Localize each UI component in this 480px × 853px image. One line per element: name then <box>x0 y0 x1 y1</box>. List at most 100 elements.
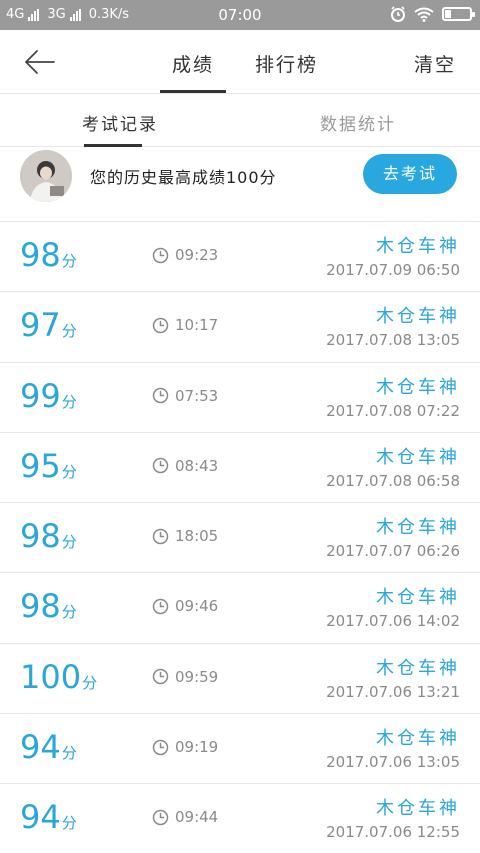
record-row[interactable]: 98分 09:23 木仓车神 2017.07.09 06:50 <box>0 222 480 293</box>
score-value: 97 <box>20 306 61 345</box>
record-date: 2017.07.06 12:55 <box>326 823 460 842</box>
record-user-name: 木仓车神 <box>376 657 460 679</box>
clock-icon <box>152 387 169 404</box>
nav-bar: 成绩 排行榜 清空 <box>0 30 480 94</box>
record-duration: 09:46 <box>152 597 218 615</box>
record-score: 99分 <box>20 377 77 415</box>
subtab-data-stats[interactable]: 数据统计 <box>320 110 396 135</box>
take-exam-button[interactable]: 去考试 <box>363 154 457 194</box>
arrow-left-icon <box>25 50 55 74</box>
clock-icon <box>152 528 169 544</box>
status-right <box>390 6 475 22</box>
score-value: 98 <box>20 236 61 274</box>
avatar <box>20 150 72 202</box>
record-row[interactable]: 95分 08:43 木仓车神 2017.07.08 06:58 <box>0 433 480 504</box>
record-meta: 木仓车神 2017.07.06 13:05 <box>326 724 460 771</box>
alarm-icon <box>391 6 405 22</box>
record-user-name: 木仓车神 <box>376 376 460 398</box>
record-duration: 18:05 <box>152 527 218 545</box>
score-value: 95 <box>20 446 61 485</box>
record-row[interactable]: 94分 09:19 木仓车神 2017.07.06 13:05 <box>0 714 480 785</box>
wifi-icon <box>414 7 434 22</box>
record-date: 2017.07.06 14:02 <box>326 612 460 631</box>
score-value: 100 <box>20 657 82 696</box>
score-unit: 分 <box>61 744 77 763</box>
score-unit: 分 <box>61 392 77 411</box>
record-row[interactable]: 100分 09:59 木仓车神 2017.07.06 13:21 <box>0 644 480 715</box>
score-unit: 分 <box>61 814 77 833</box>
record-meta: 木仓车神 2017.07.08 06:58 <box>326 443 460 490</box>
record-meta: 木仓车神 2017.07.06 12:55 <box>326 794 460 841</box>
best-score-summary: 您的历史最高成绩100分 去考试 <box>0 148 480 222</box>
duration-value: 09:59 <box>175 667 219 686</box>
duration-value: 09:19 <box>175 738 219 757</box>
record-score: 98分 <box>20 587 77 625</box>
battery-icon <box>442 7 475 21</box>
record-meta: 木仓车神 2017.07.06 13:21 <box>326 654 460 701</box>
score-unit: 分 <box>61 322 77 341</box>
record-user-name: 木仓车神 <box>376 728 460 750</box>
record-meta: 木仓车神 2017.07.08 13:05 <box>326 302 460 349</box>
score-unit: 分 <box>82 673 98 692</box>
score-value: 99 <box>20 376 61 415</box>
best-score-text: 您的历史最高成绩100分 <box>90 168 277 187</box>
record-score: 97分 <box>20 306 77 344</box>
tab-score[interactable]: 成绩 <box>172 50 214 77</box>
tab-ranking[interactable]: 排行榜 <box>255 50 318 77</box>
record-date: 2017.07.09 06:50 <box>326 261 460 279</box>
record-row[interactable]: 98分 18:05 木仓车神 2017.07.07 06:26 <box>0 503 480 574</box>
clear-button[interactable]: 清空 <box>414 50 456 77</box>
record-date: 2017.07.06 13:21 <box>326 682 460 701</box>
record-user-name: 木仓车神 <box>376 587 460 609</box>
back-button[interactable] <box>22 46 62 78</box>
score-value: 98 <box>20 587 61 626</box>
record-duration: 09:19 <box>152 738 218 756</box>
clock-icon <box>152 317 169 334</box>
subtab-exam-records[interactable]: 考试记录 <box>82 110 158 135</box>
active-tab-indicator <box>160 90 226 93</box>
duration-value: 09:46 <box>175 597 219 616</box>
score-value: 98 <box>20 517 61 556</box>
duration-value: 09:44 <box>175 808 219 827</box>
record-meta: 木仓车神 2017.07.09 06:50 <box>326 232 460 279</box>
record-date: 2017.07.08 07:22 <box>326 401 460 420</box>
record-user-name: 木仓车神 <box>376 798 460 820</box>
record-row[interactable]: 99分 07:53 木仓车神 2017.07.08 07:22 <box>0 363 480 433</box>
sub-tabs: 考试记录 数据统计 <box>0 95 480 147</box>
record-date: 2017.07.07 06:26 <box>326 542 460 561</box>
clock-icon <box>152 458 169 474</box>
record-score: 95分 <box>20 447 77 485</box>
record-duration: 09:23 <box>152 246 218 264</box>
score-unit: 分 <box>61 252 77 270</box>
record-row[interactable]: 98分 09:46 木仓车神 2017.07.06 14:02 <box>0 573 480 644</box>
duration-value: 18:05 <box>175 527 219 546</box>
record-user-name: 木仓车神 <box>376 446 460 468</box>
record-user-name: 木仓车神 <box>376 306 460 328</box>
score-value: 94 <box>20 798 61 837</box>
record-user-name: 木仓车神 <box>376 236 460 257</box>
record-duration: 07:53 <box>152 387 218 405</box>
clock-icon <box>152 739 169 755</box>
duration-value: 07:53 <box>175 386 219 405</box>
record-duration: 09:44 <box>152 808 218 826</box>
record-meta: 木仓车神 2017.07.08 07:22 <box>326 373 460 420</box>
exam-record-list: 98分 09:23 木仓车神 2017.07.09 06:50 97分 10:1… <box>0 222 480 853</box>
record-score: 94分 <box>20 728 77 766</box>
record-row[interactable]: 94分 09:44 木仓车神 2017.07.06 12:55 <box>0 784 480 853</box>
duration-value: 09:23 <box>175 246 219 264</box>
score-unit: 分 <box>61 462 77 481</box>
duration-value: 08:43 <box>175 456 219 475</box>
record-score: 98分 <box>20 517 77 555</box>
record-row[interactable]: 97分 10:17 木仓车神 2017.07.08 13:05 <box>0 292 480 363</box>
record-user-name: 木仓车神 <box>376 517 460 539</box>
record-meta: 木仓车神 2017.07.06 14:02 <box>326 583 460 630</box>
duration-value: 10:17 <box>175 316 219 335</box>
clock-icon <box>152 247 169 263</box>
clock-icon <box>152 669 169 685</box>
score-value: 94 <box>20 728 61 767</box>
clock-icon <box>152 598 169 615</box>
record-duration: 08:43 <box>152 457 218 475</box>
record-score: 98分 <box>20 236 77 274</box>
record-date: 2017.07.08 13:05 <box>326 331 460 350</box>
record-duration: 09:59 <box>152 668 218 686</box>
